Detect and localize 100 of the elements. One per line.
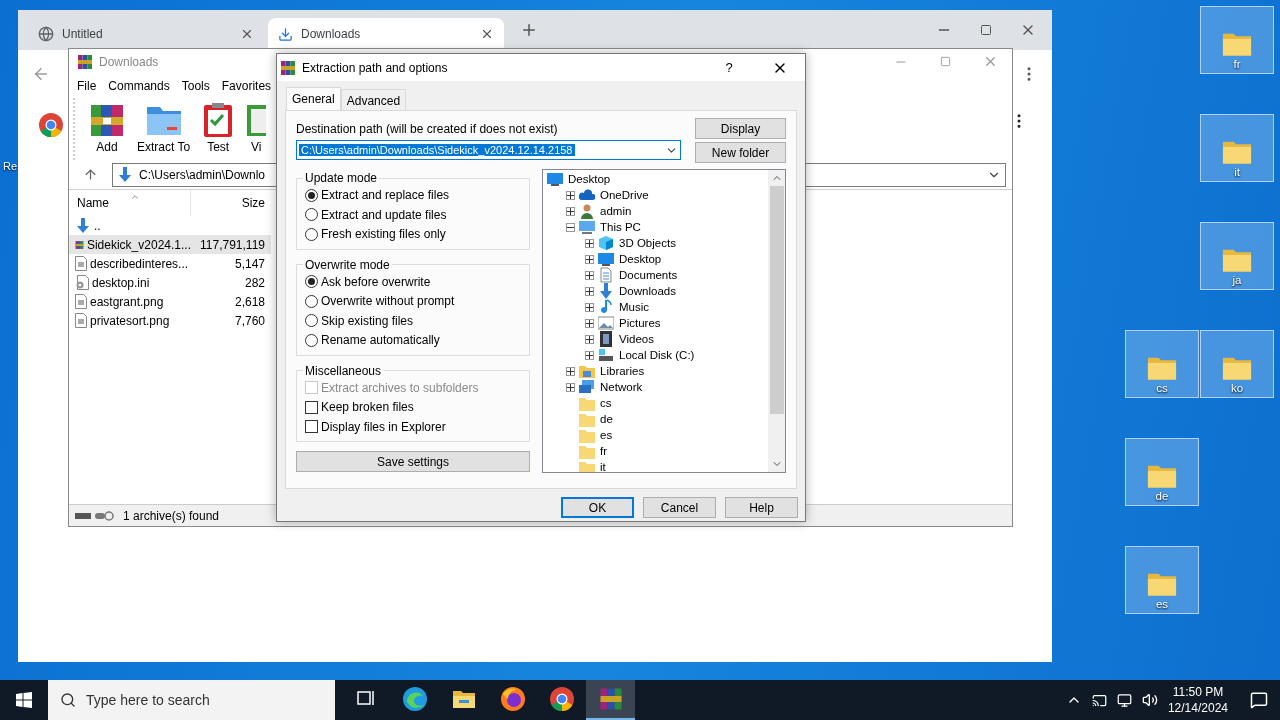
download-icon [278, 26, 293, 42]
tree-item[interactable]: Documents [619, 269, 678, 281]
maximize-icon[interactable] [980, 24, 992, 36]
tree-item[interactable]: Music [619, 301, 650, 313]
windows-logo-icon[interactable] [16, 692, 32, 708]
desktop-icon-label[interactable]: Re [3, 160, 18, 172]
toolbar-button[interactable]: Vi [244, 102, 269, 154]
tree-item[interactable]: Libraries [600, 365, 645, 377]
path-field[interactable]: C:\Users\admin\Downloads\Sidekick_v2024.12.14.2158 [296, 140, 681, 160]
user-icon [579, 203, 596, 219]
tree-item[interactable]: it [600, 461, 606, 472]
tree-item[interactable]: Downloads [619, 285, 676, 297]
expand-icon[interactable] [585, 270, 595, 280]
side-button[interactable]: Display [695, 118, 786, 139]
search-field[interactable]: Type here to search [48, 680, 335, 720]
tree-item[interactable]: fr [600, 445, 608, 457]
new-tab-icon[interactable] [520, 21, 538, 39]
radio-button[interactable] [305, 333, 318, 347]
option-label: Ask before overwrite [321, 274, 431, 289]
tree-item[interactable]: 3D Objects [619, 237, 676, 249]
option-label: Extract and update files [321, 207, 447, 222]
toolbar-button[interactable]: Test [200, 102, 237, 154]
radio-button[interactable] [305, 208, 318, 222]
meeting-icon[interactable] [1091, 692, 1107, 708]
clock[interactable]: 11:50 PM 12/14/2024 [1167, 684, 1228, 716]
tree-item[interactable]: admin [600, 205, 632, 217]
save-settings-button[interactable]: Save settings [296, 451, 530, 472]
tree-item[interactable]: This PC [600, 221, 641, 233]
column-header[interactable]: Size [191, 196, 271, 210]
checkbox[interactable] [305, 400, 318, 414]
archive-icon [280, 59, 296, 76]
dialog-button[interactable]: OK [561, 497, 634, 518]
radio-button[interactable] [305, 314, 318, 328]
file-row[interactable]: desktop.ini 282 [69, 273, 271, 292]
tree-item[interactable]: de [600, 413, 613, 425]
expand-icon[interactable] [585, 254, 595, 264]
expand-icon[interactable] [585, 302, 595, 312]
toolbar-button[interactable]: Extract To [135, 102, 193, 154]
menu-item[interactable]: Favorites [215, 79, 278, 93]
side-button[interactable]: New folder [695, 142, 786, 163]
tree-item[interactable]: Videos [619, 333, 654, 345]
notifications-icon[interactable] [1250, 691, 1268, 709]
dialog-button[interactable]: Cancel [643, 497, 716, 518]
books-icon [89, 102, 125, 138]
expand-icon[interactable] [566, 206, 576, 216]
expand-icon[interactable] [585, 238, 595, 248]
dialog-tab[interactable]: Advanced [340, 89, 407, 110]
file-size: 7,760 [233, 313, 266, 328]
tree-item[interactable]: OneDrive [600, 189, 649, 201]
file-row[interactable]: privatesort.png 7,760 [69, 311, 271, 330]
radio-button[interactable] [305, 294, 318, 308]
tree-item[interactable]: Local Disk (C:) [619, 349, 695, 361]
file-row[interactable]: describedinteres... 5,147 [69, 254, 271, 273]
dialog-button[interactable]: Help [725, 497, 798, 518]
menu-item[interactable]: Commands [102, 79, 176, 93]
radio-button[interactable] [305, 188, 318, 202]
menu-item[interactable]: Tools [175, 79, 216, 93]
checkbox[interactable] [305, 420, 318, 434]
back-icon[interactable] [32, 65, 50, 83]
clipboard-check-icon [202, 102, 235, 138]
option-label: Skip existing files [321, 313, 414, 328]
radio-button[interactable] [305, 227, 318, 241]
dialog-tab[interactable]: General [286, 87, 341, 110]
column-header[interactable]: Name [69, 190, 191, 216]
expand-icon[interactable] [585, 334, 595, 344]
expand-icon[interactable] [585, 286, 595, 296]
expand-icon[interactable] [566, 382, 576, 392]
expand-icon[interactable] [585, 350, 595, 360]
drive-icon [75, 509, 115, 522]
tree-item[interactable]: Desktop [619, 253, 662, 265]
menu-item[interactable]: File [71, 79, 103, 93]
browser-tab[interactable]: Downloads [268, 18, 504, 50]
chrome-icon [38, 112, 64, 138]
file-row[interactable]: .. [69, 216, 271, 235]
monitor-icon [547, 171, 564, 187]
close-icon[interactable] [480, 27, 494, 41]
dialog-title: Extraction path and options [302, 60, 449, 75]
tree-item[interactable]: Pictures [619, 317, 661, 329]
toolbar-button[interactable]: Add [87, 102, 127, 154]
tree-item[interactable]: es [600, 429, 613, 441]
folder-icon [579, 411, 596, 427]
file-row[interactable]: eastgrant.png 2,618 [69, 292, 271, 311]
collapse-icon[interactable] [566, 222, 576, 232]
file-name: privatesort.png [90, 313, 170, 328]
tree-item[interactable]: Network [600, 381, 643, 393]
tree-item[interactable]: cs [600, 397, 612, 409]
folder-icon [579, 363, 596, 379]
volume-icon[interactable] [1141, 692, 1158, 708]
tree-item[interactable]: Desktop [568, 173, 611, 185]
network-icon[interactable] [1116, 692, 1132, 708]
help-button[interactable]: ? [709, 59, 749, 76]
picture-icon [598, 315, 615, 331]
cube-icon [598, 235, 615, 251]
expand-icon[interactable] [566, 366, 576, 376]
file-row[interactable]: Sidekick_v2024.1... 117,791,119 [69, 235, 271, 254]
expand-icon[interactable] [585, 318, 595, 328]
file-icon [75, 313, 87, 328]
browser-tab[interactable]: Untitled [28, 18, 264, 50]
expand-icon[interactable] [566, 190, 576, 200]
radio-button[interactable] [305, 275, 318, 289]
